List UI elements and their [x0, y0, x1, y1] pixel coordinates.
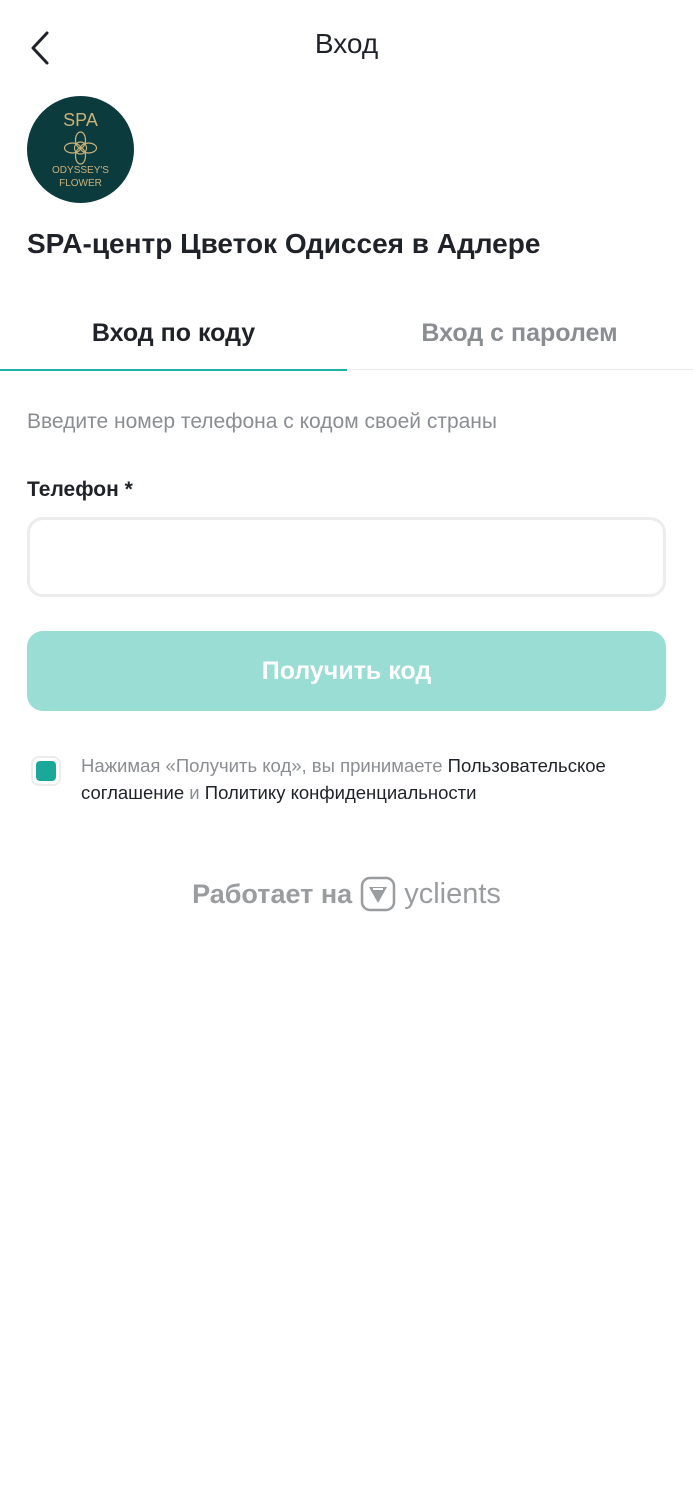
- tab-login-by-code[interactable]: Вход по коду: [0, 296, 347, 371]
- page-title: Вход: [314, 28, 379, 59]
- agreement: Нажимая «Получить код», вы принимаете По…: [27, 752, 666, 812]
- phone-label: Телефон *: [27, 478, 133, 501]
- agreement-text-middle: и: [184, 782, 205, 803]
- agreement-text: Нажимая «Получить код», вы принимаете По…: [81, 752, 666, 806]
- logo-top-text: SPA: [63, 110, 98, 130]
- logo-line2: FLOWER: [59, 178, 102, 189]
- yclients-brand: yclients: [404, 877, 501, 910]
- checkbox-checked-mark: [36, 761, 56, 781]
- header: Вход: [0, 0, 693, 96]
- flower-icon: [63, 131, 98, 165]
- yclients-logo-icon: [360, 876, 396, 912]
- company-name: SPA-центр Цветок Одиссея в Адлере: [27, 228, 541, 259]
- tab-login-with-password[interactable]: Вход с паролем: [346, 296, 693, 370]
- phone-hint: Введите номер телефона с кодом своей стр…: [27, 410, 497, 433]
- logo-line1: ODYSSEY'S: [52, 165, 109, 176]
- company-logo: SPA ODYSSEY'S FLOWER: [27, 96, 134, 203]
- agreement-checkbox[interactable]: [31, 756, 61, 786]
- get-code-button[interactable]: Получить код: [27, 631, 666, 711]
- powered-by[interactable]: Работает на yclients: [0, 872, 693, 916]
- agreement-text-before: Нажимая «Получить код», вы принимаете: [81, 755, 448, 776]
- powered-text: Работает на: [192, 878, 353, 909]
- login-tabs: Вход по коду Вход с паролем: [0, 296, 693, 371]
- phone-input[interactable]: [27, 517, 666, 597]
- privacy-policy-link[interactable]: Политику конфиденциальности: [205, 782, 477, 803]
